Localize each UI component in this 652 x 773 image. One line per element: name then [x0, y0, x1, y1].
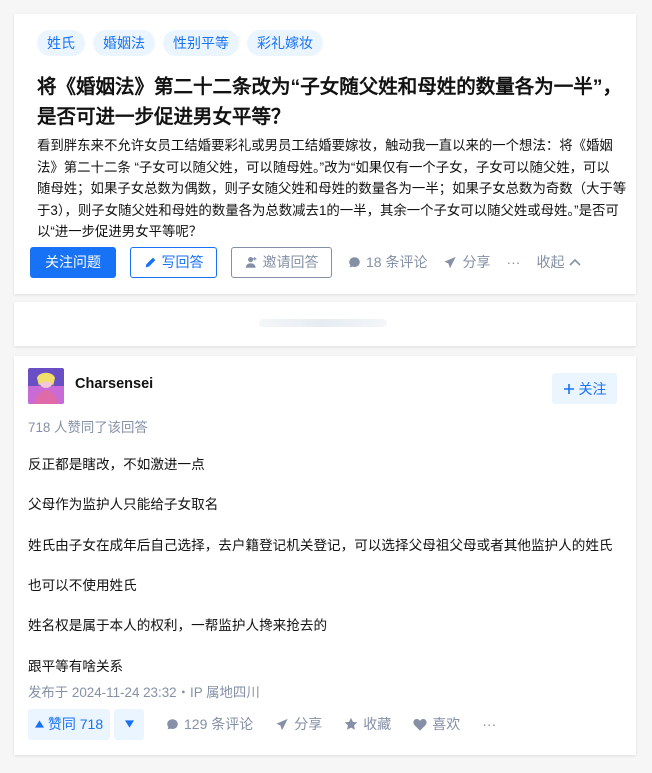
question-desc-line: 以“进一步促进男女平等呢？: [37, 224, 203, 239]
question-comments-button[interactable]: 18 条评论: [348, 252, 427, 272]
topic-tag[interactable]: 姓氏: [37, 30, 85, 56]
favorite-button[interactable]: 收藏: [344, 714, 391, 734]
answer-paragraph: 反正都是瞎改，不如激进一点: [28, 457, 205, 472]
question-card: 姓氏 婚姻法 性别平等 彩礼嫁妆 将《婚姻法》第二十二条改为“子女随父姓和母姓的…: [14, 14, 636, 294]
question-description: 看到胖东来不允许女员工结婚要彩礼或男员工结婚要嫁妆，触动我一直以来的一个想法：将…: [37, 135, 629, 243]
share-icon: [443, 256, 457, 269]
avatar[interactable]: [28, 368, 64, 404]
question-more-button[interactable]: ···: [506, 254, 520, 270]
triangle-up-icon: [34, 720, 44, 728]
question-desc-line: 法》第二十二条 “子女可以随父姓，可以随母姓。”改为“如果仅有一个子女，子女可以…: [37, 159, 610, 175]
answer-actions: 赞同 718 129 条评论 分享 收藏 喜欢 ···: [28, 708, 496, 740]
answer-share-label: 分享: [294, 716, 323, 732]
question-share-button[interactable]: 分享: [443, 252, 490, 272]
question-title-line: 将《婚姻法》第二十二条改为“子女随父姓和母姓的数量各为一半”，: [37, 76, 623, 98]
collapse-label: 收起: [536, 254, 565, 270]
invite-answer-label: 邀请回答: [262, 254, 319, 270]
collapse-button[interactable]: 收起: [536, 252, 582, 272]
topic-tags: 姓氏 婚姻法 性别平等 彩礼嫁妆: [37, 30, 323, 56]
comment-icon: [348, 256, 361, 269]
answer-paragraph: 姓氏由子女在成年后自己选择，去户籍登记机关登记，可以选择父母祖父母或者其他监护人…: [28, 538, 613, 553]
answer-paragraph: 也可以不使用姓氏: [28, 578, 137, 593]
plus-icon: [563, 383, 575, 395]
invite-user-icon: [245, 255, 258, 269]
write-answer-button[interactable]: 写回答: [130, 246, 217, 278]
star-icon: [344, 717, 358, 731]
answer-comments-button[interactable]: 129 条评论: [166, 714, 253, 734]
question-share-label: 分享: [462, 254, 491, 270]
answer-paragraph: 跟平等有啥关系: [28, 659, 124, 674]
voters-count: 718 人赞同了该回答: [28, 420, 148, 435]
topic-tag[interactable]: 彩礼嫁妆: [247, 30, 323, 56]
answer-paragraph: 姓名权是属于本人的权利，一帮监护人搀来抢去的: [28, 618, 328, 633]
vote-up-button[interactable]: 赞同 718: [28, 708, 110, 740]
question-actions: 关注问题 写回答 邀请回答 18 条评论 分享 ··· 收起: [30, 246, 582, 278]
topic-tag[interactable]: 婚姻法: [93, 30, 155, 56]
question-desc-line: 随母姓；如果子女总数为偶数，则子女随父姓和母姓的数量各为一半；如果子女总数为奇数…: [37, 181, 627, 196]
like-label: 喜欢: [432, 716, 461, 732]
answer-comments-label: 129 条评论: [184, 716, 254, 732]
follow-author-button[interactable]: 关注: [552, 373, 617, 404]
vote-up-label: 赞同 718: [47, 716, 104, 732]
question-desc-line: 于3），则子女随父姓和母姓的数量各为总数减去1的一半，其余一个子女可以随父姓或母…: [37, 202, 619, 218]
question-title: 将《婚姻法》第二十二条改为“子女随父姓和母姓的数量各为一半”， 是否可进一步促进…: [37, 72, 627, 132]
question-desc-line: 看到胖东来不允许女员工结婚要彩礼或男员工结婚要嫁妆，触动我一直以来的一个想法：将…: [37, 138, 613, 153]
question-comments-label: 18 条评论: [366, 254, 428, 270]
answer-share-button[interactable]: 分享: [275, 714, 322, 734]
follow-question-button[interactable]: 关注问题: [30, 246, 116, 278]
triangle-down-icon: [124, 720, 134, 728]
vote-down-button[interactable]: [114, 708, 144, 740]
post-time[interactable]: 发布于 2024-11-24 23:32・IP 属地四川: [28, 681, 260, 701]
question-title-line: 是否可进一步促进男女平等？: [37, 106, 291, 128]
answer-card: Charsensei 关注 718 人赞同了该回答 反正都是瞎改，不如激进一点 …: [14, 356, 636, 755]
chevron-up-icon: [569, 258, 582, 266]
write-answer-label: 写回答: [161, 254, 204, 270]
answer-more-button[interactable]: ···: [482, 716, 496, 732]
follow-author-label: 关注: [578, 380, 607, 397]
comment-icon: [166, 718, 179, 731]
heart-icon: [413, 718, 427, 731]
loading-skeleton: [259, 319, 387, 327]
favorite-label: 收藏: [363, 716, 392, 732]
loading-placeholder-card: [14, 302, 636, 346]
author-name[interactable]: Charsensei: [75, 376, 153, 392]
share-icon: [275, 718, 289, 731]
pencil-icon: [144, 256, 157, 269]
invite-answer-button[interactable]: 邀请回答: [231, 246, 332, 278]
answer-paragraph: 父母作为监护人只能给子女取名: [28, 497, 219, 512]
like-button[interactable]: 喜欢: [413, 714, 460, 734]
topic-tag[interactable]: 性别平等: [163, 30, 239, 56]
